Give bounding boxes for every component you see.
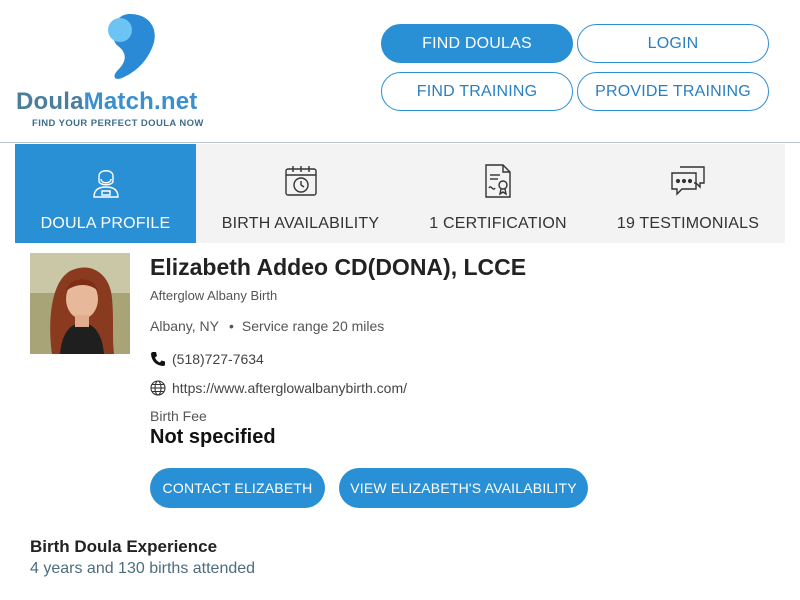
website-row[interactable]: https://www.afterglowalbanybirth.com/ (150, 380, 407, 396)
tab-label: DOULA PROFILE (40, 215, 171, 232)
service-range: Service range 20 miles (241, 318, 385, 334)
logo-mark-icon (108, 14, 155, 79)
location: Albany, NY (150, 318, 219, 334)
phone-icon (151, 352, 165, 366)
login-button[interactable]: LOGIN (577, 24, 769, 63)
tab-label: 1 CERTIFICATION (429, 215, 567, 232)
tab-doula-profile[interactable]: DOULA PROFILE (15, 144, 196, 243)
tab-label: BIRTH AVAILABILITY (221, 215, 380, 232)
globe-icon (150, 380, 166, 396)
separator-dot: • (229, 318, 234, 334)
birth-fee-value: Not specified (150, 426, 276, 448)
birth-fee-label: Birth Fee (150, 408, 207, 424)
experience-value: 4 years and 130 births attended (30, 560, 256, 577)
site-header: DoulaMatch.net FIND YOUR PERFECT DOULA N… (0, 0, 800, 143)
provide-training-button[interactable]: PROVIDE TRAINING (577, 72, 769, 111)
location-line: Albany, NY • Service range 20 miles (150, 318, 384, 334)
find-training-button[interactable]: FIND TRAINING (381, 72, 573, 111)
find-doulas-button[interactable]: FIND DOULAS (381, 24, 573, 63)
tab-certification[interactable]: 1 CERTIFICATION (405, 144, 591, 243)
logo-tagline: FIND YOUR PERFECT DOULA NOW (32, 118, 204, 129)
site-logo[interactable]: DoulaMatch.net FIND YOUR PERFECT DOULA N… (16, 10, 226, 132)
experience-title: Birth Doula Experience (30, 537, 218, 556)
phone-number: (518)727-7634 (172, 351, 264, 367)
logo-wordmark: DoulaMatch.net (16, 88, 198, 115)
profile-tabs: DOULA PROFILE BIRTH AVAILABILITY 1 CERTI… (15, 144, 785, 243)
view-availability-button[interactable]: VIEW ELIZABETH'S AVAILABILITY (339, 468, 588, 508)
phone-row[interactable]: (518)727-7634 (150, 351, 264, 367)
certificate-icon (479, 162, 517, 200)
tab-testimonials[interactable]: 19 TESTIMONIALS (591, 144, 785, 243)
person-icon (87, 162, 125, 200)
chat-bubbles-icon (669, 162, 707, 200)
profile-photo (30, 253, 130, 354)
calendar-clock-icon (282, 162, 320, 200)
tab-label: 19 TESTIMONIALS (616, 215, 760, 232)
website-link[interactable]: https://www.afterglowalbanybirth.com/ (172, 380, 407, 396)
contact-button[interactable]: CONTACT ELIZABETH (150, 468, 325, 508)
tab-birth-availability[interactable]: BIRTH AVAILABILITY (196, 144, 405, 243)
business-name: Afterglow Albany Birth (150, 288, 278, 303)
doula-name: Elizabeth Addeo CD(DONA), LCCE (150, 254, 527, 280)
